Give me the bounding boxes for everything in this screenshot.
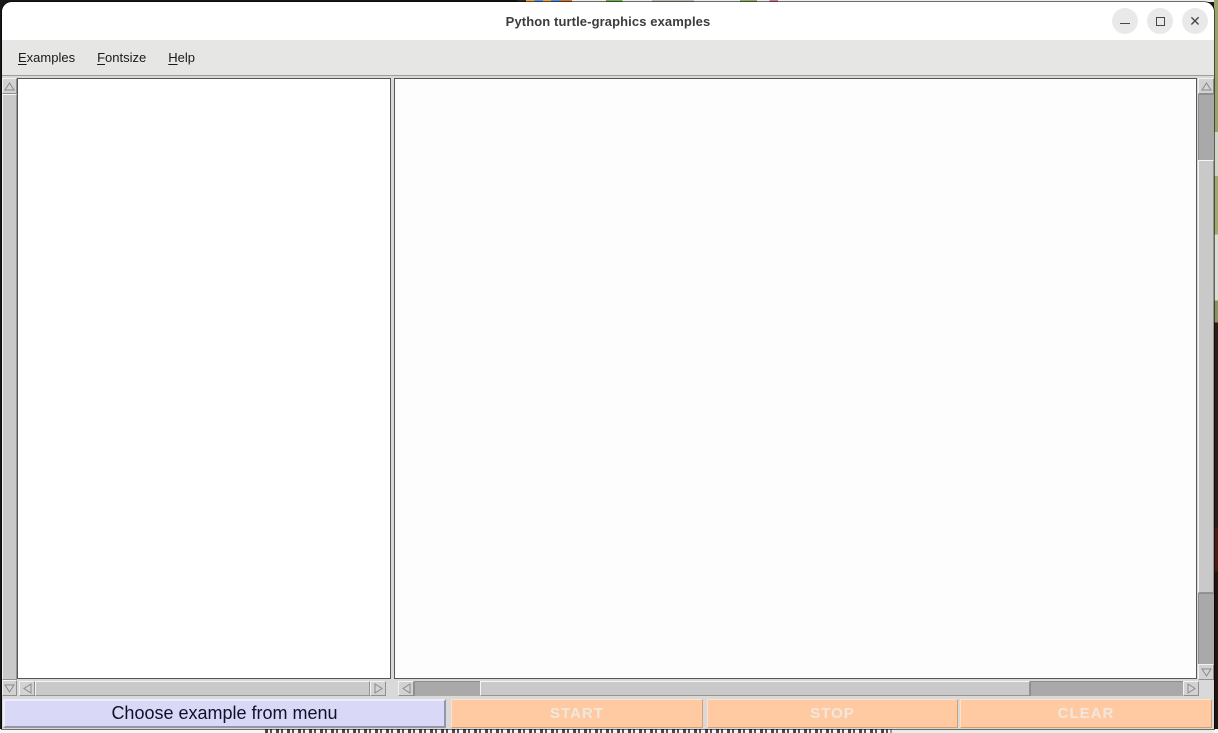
close-button[interactable]: ✕ bbox=[1182, 8, 1208, 34]
editor-scroll-up-button[interactable] bbox=[2, 78, 17, 94]
close-icon: ✕ bbox=[1189, 14, 1201, 28]
editor-horizontal-scrollbar[interactable] bbox=[19, 681, 386, 696]
scroll-down-arrow-icon bbox=[1201, 668, 1212, 677]
titlebar: Python turtle-graphics examples ✕ bbox=[2, 2, 1214, 40]
editor-hscrollbar-thumb[interactable] bbox=[35, 681, 370, 696]
turtle-canvas bbox=[394, 78, 1197, 679]
maximize-icon bbox=[1156, 17, 1165, 26]
menu-examples[interactable]: Examples bbox=[12, 47, 81, 68]
main-frame bbox=[2, 76, 1214, 699]
canvas-vertical-scrollbar[interactable] bbox=[1198, 78, 1214, 680]
example-code-pane[interactable] bbox=[17, 78, 391, 679]
canvas-scroll-right-button[interactable] bbox=[1183, 681, 1199, 696]
scroll-left-arrow-icon bbox=[23, 683, 32, 694]
canvas-scroll-up-button[interactable] bbox=[1198, 78, 1214, 94]
background-window-text bbox=[265, 729, 893, 733]
start-button[interactable]: START bbox=[451, 699, 703, 728]
canvas-scroll-left-button[interactable] bbox=[398, 681, 414, 696]
scroll-right-arrow-icon bbox=[374, 683, 383, 694]
background-window-edge bbox=[892, 729, 1214, 733]
canvas-horizontal-scrollbar[interactable] bbox=[398, 681, 1199, 696]
scroll-up-arrow-icon bbox=[1201, 82, 1212, 91]
canvas-scroll-down-button[interactable] bbox=[1198, 664, 1214, 680]
menu-fontsize[interactable]: Fontsize bbox=[91, 47, 152, 68]
status-message: Choose example from menu bbox=[3, 699, 446, 728]
scroll-left-arrow-icon bbox=[402, 683, 411, 694]
clear-button[interactable]: CLEAR bbox=[960, 699, 1212, 728]
canvas-scrollbar-trough-top[interactable] bbox=[1198, 94, 1214, 160]
editor-scroll-down-button[interactable] bbox=[2, 680, 17, 696]
window-controls: ✕ bbox=[1112, 8, 1208, 34]
scroll-down-arrow-icon bbox=[4, 684, 15, 693]
canvas-hscrollbar-trough-left[interactable] bbox=[414, 681, 480, 696]
canvas-hscrollbar-trough-right[interactable] bbox=[1030, 681, 1183, 696]
scroll-right-arrow-icon bbox=[1187, 683, 1196, 694]
status-row: Choose example from menu START STOP CLEA… bbox=[2, 699, 1214, 729]
editor-scroll-right-button[interactable] bbox=[370, 681, 386, 696]
menu-help[interactable]: Help bbox=[162, 47, 201, 68]
canvas-scrollbar-thumb[interactable] bbox=[1198, 160, 1214, 593]
maximize-button[interactable] bbox=[1147, 8, 1173, 34]
turtledemo-window: Python turtle-graphics examples ✕ Exampl… bbox=[2, 2, 1214, 729]
desktop-background-bottom bbox=[0, 729, 1218, 733]
minimize-button[interactable] bbox=[1112, 8, 1138, 34]
editor-scroll-left-button[interactable] bbox=[19, 681, 35, 696]
desktop-background-right bbox=[1214, 0, 1218, 733]
window-title: Python turtle-graphics examples bbox=[506, 14, 711, 29]
menubar: Examples Fontsize Help bbox=[2, 40, 1214, 76]
editor-vertical-scrollbar[interactable] bbox=[2, 78, 17, 696]
canvas-scrollbar-trough-bottom[interactable] bbox=[1198, 593, 1214, 664]
canvas-hscrollbar-thumb[interactable] bbox=[480, 681, 1030, 696]
editor-scrollbar-thumb[interactable] bbox=[2, 94, 17, 680]
background-window-divider bbox=[890, 729, 892, 733]
scroll-up-arrow-icon bbox=[4, 82, 15, 91]
minimize-icon bbox=[1120, 23, 1130, 24]
stop-button[interactable]: STOP bbox=[707, 699, 958, 728]
